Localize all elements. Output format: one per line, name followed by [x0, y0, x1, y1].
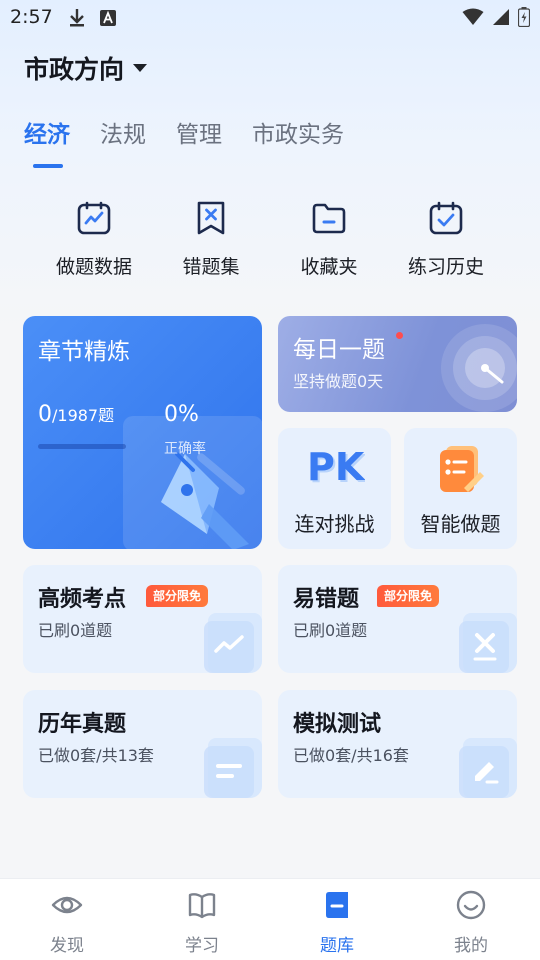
cross-icon	[459, 613, 517, 673]
active-tab-indicator	[33, 164, 63, 168]
chapter-practice-card[interactable]: 章节精炼 0/1987题 0% 正确率	[23, 316, 262, 549]
mock-test-progress: 已做0套/共16套	[293, 746, 409, 765]
daily-title: 每日一题	[293, 337, 385, 363]
folder-icon	[312, 203, 346, 234]
error-prone-progress: 已刷0道题	[293, 621, 368, 640]
quick-practice-data[interactable]: 做题数据	[34, 200, 154, 279]
nav-mine[interactable]: 我的	[421, 889, 521, 956]
wrong-bookmark-icon	[197, 201, 225, 235]
quick-favorites[interactable]: 收藏夹	[269, 200, 389, 279]
caret-down-icon	[133, 64, 148, 72]
past-papers-progress: 已做0套/共13套	[38, 746, 154, 765]
nav-label: 学习	[185, 936, 219, 956]
direction-selector[interactable]: 市政方向	[24, 50, 148, 86]
done-count: 0	[38, 402, 52, 427]
question-bank-icon	[326, 892, 348, 918]
svg-text:PK: PK	[307, 445, 365, 489]
chart-icon	[77, 201, 111, 235]
streak-challenge-card[interactable]: PK PK 连对挑战	[278, 428, 391, 549]
tab-management[interactable]: 管理	[176, 116, 222, 156]
high-frequency-progress: 已刷0道题	[38, 621, 113, 640]
bottom-navigation: 发现 学习 题库 我的	[0, 878, 540, 960]
nav-study[interactable]: 学习	[152, 889, 252, 956]
new-dot	[396, 332, 403, 339]
quick-actions: 做题数据 错题集 收藏夹 练习历史	[0, 200, 540, 290]
trend-icon	[204, 613, 262, 673]
direction-label: 市政方向	[24, 55, 125, 84]
total-count: /1987题	[52, 406, 115, 425]
battery-icon	[518, 7, 530, 27]
error-prone-title: 易错题	[293, 587, 360, 612]
free-badge: 部分限免	[146, 585, 209, 607]
daily-question-card[interactable]: 每日一题 坚持做题0天	[278, 316, 517, 412]
chapter-progress-bar	[38, 444, 126, 449]
daily-subtitle: 坚持做题0天	[293, 372, 384, 391]
document-icon	[204, 738, 262, 798]
status-time: 2:57	[10, 6, 53, 28]
past-papers-card[interactable]: 历年真题 已做0套/共13套	[23, 690, 262, 798]
clock-icon	[441, 324, 517, 412]
edit-icon	[459, 738, 517, 798]
smile-icon	[456, 890, 486, 920]
error-prone-card[interactable]: 易错题 部分限免 已刷0道题	[278, 565, 517, 673]
free-badge: 部分限免	[377, 585, 440, 607]
nav-label: 发现	[50, 936, 84, 956]
quick-practice-history[interactable]: 练习历史	[386, 200, 506, 279]
chapter-title: 章节精炼	[38, 339, 130, 365]
fountain-pen-icon	[161, 452, 249, 549]
open-book-icon	[188, 893, 216, 919]
eye-icon	[51, 896, 83, 914]
smart-practice-label: 智能做题	[420, 512, 501, 536]
tab-economy[interactable]: 经济	[24, 116, 70, 156]
high-frequency-card[interactable]: 高频考点 部分限免 已刷0道题	[23, 565, 262, 673]
streak-challenge-label: 连对挑战	[294, 512, 375, 536]
nav-question-bank[interactable]: 题库	[287, 889, 387, 956]
mock-test-title: 模拟测试	[293, 712, 382, 737]
mock-test-card[interactable]: 模拟测试 已做0套/共16套	[278, 690, 517, 798]
nav-label: 题库	[320, 936, 354, 956]
subject-tabs: 经济 法规 管理 市政实务	[24, 116, 344, 156]
font-a-icon	[100, 10, 116, 26]
calendar-check-icon	[429, 201, 463, 235]
quick-label: 错题集	[182, 256, 240, 278]
nav-label: 我的	[454, 936, 488, 956]
past-papers-title: 历年真题	[38, 712, 127, 737]
tab-regulations[interactable]: 法规	[100, 116, 146, 156]
quick-wrong-questions[interactable]: 错题集	[151, 200, 271, 279]
signal-icon	[493, 9, 509, 25]
quick-label: 练习历史	[407, 256, 484, 278]
smart-practice-card[interactable]: 智能做题	[404, 428, 517, 549]
wifi-icon	[462, 8, 484, 25]
pk-icon: PK PK	[307, 445, 365, 491]
nav-discover[interactable]: 发现	[17, 889, 117, 956]
tab-municipal-practice[interactable]: 市政实务	[252, 116, 344, 156]
high-frequency-title: 高频考点	[38, 587, 127, 612]
chapter-progress-count: 0/1987题	[38, 402, 114, 427]
download-icon	[70, 9, 84, 27]
quick-label: 收藏夹	[300, 256, 358, 278]
accuracy-label: 正确率	[164, 441, 206, 457]
smart-clipboard-icon	[439, 446, 484, 492]
status-bar: 2:57	[0, 0, 540, 36]
quick-label: 做题数据	[55, 256, 132, 278]
accuracy-value: 0%	[164, 402, 199, 427]
